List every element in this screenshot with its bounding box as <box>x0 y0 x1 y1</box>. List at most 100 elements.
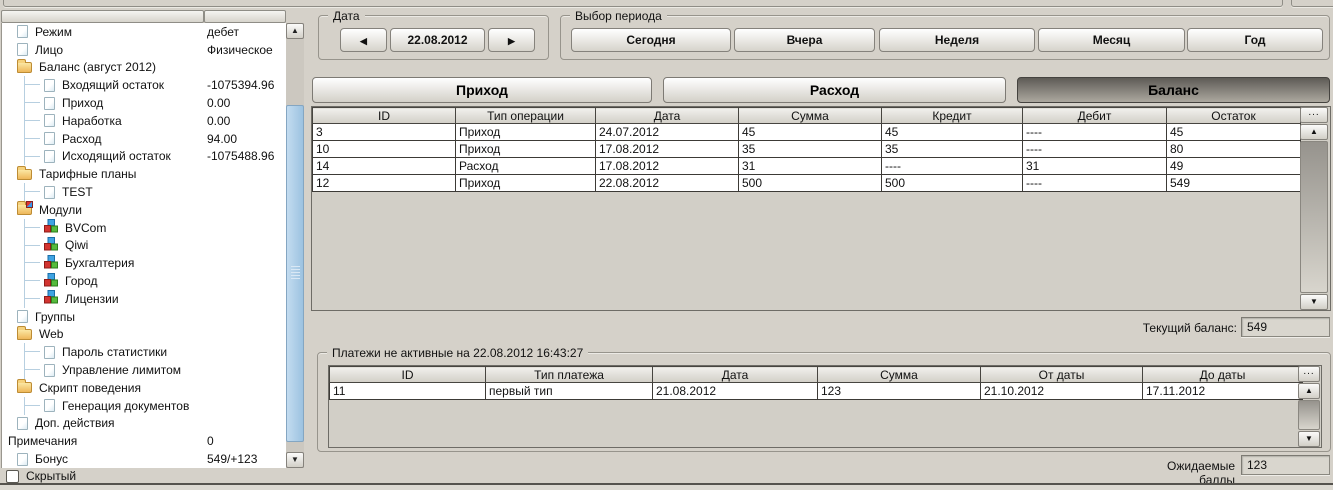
cell[interactable]: Приход <box>456 124 596 141</box>
cell[interactable]: 45 <box>1167 124 1301 141</box>
scroll-up-button[interactable]: ▲ <box>1300 124 1328 140</box>
cell[interactable]: 21.08.2012 <box>653 383 818 400</box>
tree-item-moduli[interactable]: Модули <box>2 201 286 219</box>
cell[interactable]: 3 <box>313 124 456 141</box>
tree-item-primechaniya[interactable]: Примечания0 <box>2 432 286 450</box>
period-yesterday-button[interactable]: Вчера <box>734 28 875 52</box>
column-header[interactable]: Сумма <box>739 108 882 124</box>
column-header[interactable]: ID <box>313 108 456 124</box>
scroll-up-button[interactable]: ▲ <box>1298 383 1320 399</box>
cell[interactable]: Приход <box>456 175 596 192</box>
period-month-button[interactable]: Месяц <box>1038 28 1185 52</box>
tree-item-tarify[interactable]: Тарифные планы <box>2 165 286 183</box>
cell[interactable]: 22.08.2012 <box>596 175 739 192</box>
tree-item-balans[interactable]: Баланс (август 2012) <box>2 59 286 77</box>
cell[interactable]: ---- <box>882 158 1023 175</box>
scroll-up-button[interactable]: ▲ <box>286 23 304 39</box>
column-header[interactable]: Дата <box>653 367 818 383</box>
tree-item-skript-povedeniya[interactable]: Скрипт поведения <box>2 379 286 397</box>
column-header[interactable]: Дебит <box>1023 108 1167 124</box>
tree-item-lico[interactable]: ЛицоФизическое <box>2 41 286 59</box>
column-header[interactable]: До даты <box>1143 367 1303 383</box>
period-year-button[interactable]: Год <box>1187 28 1323 52</box>
cell[interactable]: 21.10.2012 <box>981 383 1143 400</box>
cell[interactable]: 45 <box>882 124 1023 141</box>
tree-item-ishod-ostatok[interactable]: Исходящий остаток-1075488.96 <box>2 148 286 166</box>
cell[interactable]: 14 <box>313 158 456 175</box>
tree-item-qiwi[interactable]: Qiwi <box>2 237 286 255</box>
prev-day-button[interactable]: ◀ <box>340 28 387 52</box>
cell[interactable]: 10 <box>313 141 456 158</box>
column-options-button[interactable]: ... <box>1300 107 1328 123</box>
cell[interactable]: 24.07.2012 <box>596 124 739 141</box>
table-row[interactable]: 11первый тип21.08.201212321.10.201217.11… <box>330 383 1303 400</box>
cell[interactable]: 549 <box>1167 175 1301 192</box>
tree-item-test[interactable]: TEST <box>2 183 286 201</box>
scroll-down-button[interactable]: ▼ <box>1298 431 1320 447</box>
cell[interactable]: 500 <box>739 175 882 192</box>
tree-item-rezhim[interactable]: Режимдебет <box>2 23 286 41</box>
tree-item-gruppy[interactable]: Группы <box>2 308 286 326</box>
scrollbar-track[interactable] <box>1300 141 1328 293</box>
tree-item-upravlenie-limitom[interactable]: Управление лимитом <box>2 361 286 379</box>
date-button[interactable]: 22.08.2012 <box>390 28 485 52</box>
tree-item-vhod-ostatok[interactable]: Входящий остаток-1075394.96 <box>2 76 286 94</box>
tree-item-narabotka[interactable]: Наработка0.00 <box>2 112 286 130</box>
tree-scrollbar[interactable]: ▲ ▼ <box>286 23 304 468</box>
column-header[interactable]: Кредит <box>882 108 1023 124</box>
cell[interactable]: 17.08.2012 <box>596 141 739 158</box>
column-header[interactable]: Остаток <box>1167 108 1301 124</box>
cell[interactable]: 35 <box>739 141 882 158</box>
table-row[interactable]: 12Приход22.08.2012500500----549 <box>313 175 1301 192</box>
cell[interactable]: Расход <box>456 158 596 175</box>
cell[interactable]: 31 <box>739 158 882 175</box>
cell[interactable]: 49 <box>1167 158 1301 175</box>
tab-balance-active[interactable]: Баланс <box>1017 77 1330 103</box>
table-row[interactable]: 10Приход17.08.20123535----80 <box>313 141 1301 158</box>
column-header[interactable]: Дата <box>596 108 739 124</box>
column-header[interactable]: От даты <box>981 367 1143 383</box>
tree-item-prihod[interactable]: Приход0.00 <box>2 94 286 112</box>
tree-item-bonus[interactable]: Бонус549/+123 <box>2 450 286 468</box>
tab-expense[interactable]: Расход <box>663 77 1006 103</box>
tab-income[interactable]: Приход <box>312 77 652 103</box>
scroll-down-button[interactable]: ▼ <box>1300 294 1328 310</box>
cell[interactable]: 45 <box>739 124 882 141</box>
cell[interactable]: 35 <box>882 141 1023 158</box>
tree-item-buhgalteria[interactable]: Бухгалтерия <box>2 254 286 272</box>
column-header[interactable]: Сумма <box>818 367 981 383</box>
table-row[interactable]: 14Расход17.08.201231----3149 <box>313 158 1301 175</box>
cell[interactable]: 123 <box>818 383 981 400</box>
tree-item-licenzii[interactable]: Лицензии <box>2 290 286 308</box>
cell[interactable]: ---- <box>1023 141 1167 158</box>
column-header[interactable]: ID <box>330 367 486 383</box>
column-header[interactable]: Тип операции <box>456 108 596 124</box>
tree-item-web[interactable]: Web <box>2 326 286 344</box>
cell[interactable]: 17.08.2012 <box>596 158 739 175</box>
tree-item-generacia-dokumentov[interactable]: Генерация документов <box>2 397 286 415</box>
cell[interactable]: 12 <box>313 175 456 192</box>
cell[interactable]: ---- <box>1023 124 1167 141</box>
tree-item-bvcom[interactable]: BVCom <box>2 219 286 237</box>
period-today-button[interactable]: Сегодня <box>571 28 731 52</box>
cell[interactable]: 80 <box>1167 141 1301 158</box>
cell[interactable]: 17.11.2012 <box>1143 383 1303 400</box>
cell[interactable]: 500 <box>882 175 1023 192</box>
tree-item-dop-deystviya[interactable]: Доп. действия <box>2 415 286 433</box>
cell[interactable]: ---- <box>1023 175 1167 192</box>
cell[interactable]: Приход <box>456 141 596 158</box>
tree-item-parol-statistiki[interactable]: Пароль статистики <box>2 343 286 361</box>
column-header[interactable]: Тип платежа <box>486 367 653 383</box>
scrollbar-track[interactable] <box>1298 400 1320 430</box>
cell[interactable]: 11 <box>330 383 486 400</box>
cell[interactable]: 31 <box>1023 158 1167 175</box>
scrollbar-thumb[interactable] <box>286 105 304 442</box>
period-week-button[interactable]: Неделя <box>879 28 1035 52</box>
tree-item-rashod[interactable]: Расход94.00 <box>2 130 286 148</box>
next-day-button[interactable]: ▶ <box>488 28 535 52</box>
column-options-button[interactable]: ... <box>1298 366 1320 382</box>
hidden-checkbox[interactable] <box>6 470 19 483</box>
tree-item-gorod[interactable]: Город <box>2 272 286 290</box>
cell[interactable]: первый тип <box>486 383 653 400</box>
table-row[interactable]: 3Приход24.07.20124545----45 <box>313 124 1301 141</box>
